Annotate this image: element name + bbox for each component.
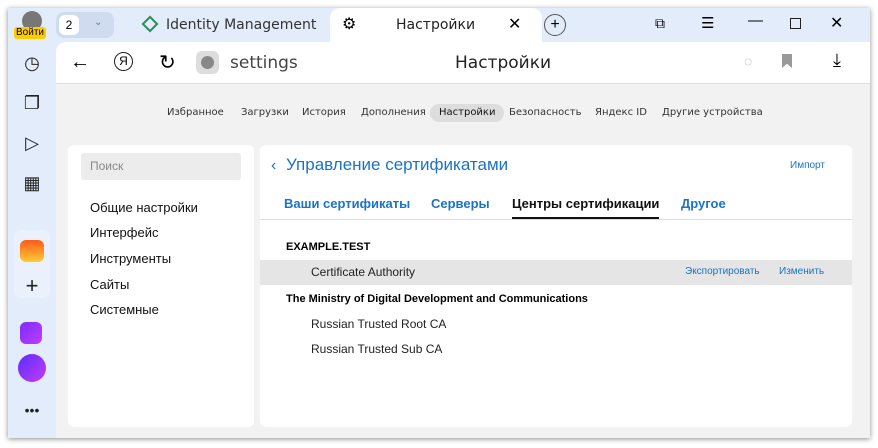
gear-icon: ⚙ [342,16,357,33]
tabs-divider [260,219,852,220]
nav-favorites[interactable]: Избранное [167,104,224,122]
bookmark-icon[interactable] [782,54,792,68]
download-icon[interactable]: ⤓ [833,50,841,71]
close-tab-icon[interactable]: ✕ [508,14,521,34]
import-button[interactable]: Импорт [790,160,825,171]
mail-icon[interactable] [20,240,44,262]
toolbar: ← Я ↻ settings Настройки ◌ ⤓ [56,42,870,84]
certificates-panel: ‹ Управление сертификатами Импорт Ваши с… [260,145,852,427]
sidebar-item-general[interactable]: Общие настройки [90,200,198,215]
nav-history[interactable]: История [302,104,346,122]
alice-app-icon[interactable] [20,322,42,344]
sidebar-item-tools[interactable]: Инструменты [90,251,171,266]
cert-row[interactable]: Certificate Authority Экспортировать Изм… [260,260,852,285]
nav-settings[interactable]: Настройки [430,104,505,122]
address-bar[interactable]: settings [230,53,298,73]
reviews-icon[interactable]: ◌ [744,53,752,69]
back-icon[interactable]: ← [70,51,90,74]
menu-icon[interactable]: ☰ [701,14,714,32]
sidebar-item-interface[interactable]: Интерфейс [90,225,158,240]
tab-your-certificates[interactable]: Ваши сертификаты [284,196,410,211]
nav-other-devices[interactable]: Другие устройства [662,104,763,122]
sidebar-item-system[interactable]: Системные [90,302,159,317]
nav-security[interactable]: Безопасность [509,104,582,122]
tab-bar: 2 ⌄ Identity Management ⚙ Настройки ✕ + … [8,8,870,42]
more-icon[interactable]: ••• [20,398,44,422]
group-name: The Ministry of Digital Development and … [286,293,588,305]
tab-other[interactable]: Другое [681,196,726,211]
tab-identity-management[interactable]: Identity Management [138,8,328,42]
edit-button[interactable]: Изменить [779,266,824,277]
export-button[interactable]: Экспортировать [685,266,760,277]
cert-name: Certificate Authority [311,265,416,279]
sidebar-item-sites[interactable]: Сайты [90,277,129,292]
tab-group-switch[interactable]: 2 ⌄ [56,12,114,38]
cert-name: Russian Trusted Sub CA [311,342,443,356]
tab-count: 2 [59,15,79,35]
tab-title: Identity Management [166,17,317,33]
browser-window: Войти ◷ ❐ ▷ ▦ + ••• 2 ⌄ Identity Managem… [8,8,870,438]
nav-yandex-id[interactable]: Яндекс ID [595,104,647,122]
settings-sidebar: Поиск Общие настройки Интерфейс Инструме… [68,145,254,427]
tab-authorities[interactable]: Центры сертификации [512,196,660,220]
maximize-icon[interactable] [790,18,801,29]
settings-page: Избранное Загрузки История Дополнения На… [56,84,870,438]
yandex-icon[interactable]: Я [114,52,133,71]
back-chevron-icon[interactable]: ‹ [271,157,276,175]
nav-extensions[interactable]: Дополнения [361,104,426,122]
nav-downloads[interactable]: Загрузки [241,104,289,122]
alice-icon[interactable] [18,354,46,382]
tab-title: Настройки [396,17,476,33]
tab-settings[interactable]: ⚙ Настройки ✕ [330,8,542,42]
reload-icon[interactable]: ↻ [159,50,176,75]
collections-icon[interactable]: ❐ [20,91,44,115]
settings-nav: Избранное Загрузки История Дополнения На… [56,104,870,122]
tabs-list-icon[interactable]: ⧉ [655,15,665,32]
search-input[interactable]: Поиск [81,153,241,180]
minimize-icon[interactable]: — [748,12,763,29]
cert-row[interactable]: Russian Trusted Root CA [260,312,852,337]
cert-row[interactable]: Russian Trusted Sub CA [260,337,852,362]
new-tab-button[interactable]: + [544,14,566,36]
certificates-title: Управление сертификатами [286,155,509,174]
cert-name: Russian Trusted Root CA [311,317,447,331]
history-icon[interactable]: ◷ [20,51,44,75]
play-icon[interactable]: ▷ [20,131,44,155]
tab-servers[interactable]: Серверы [431,196,490,211]
close-window-icon[interactable]: ✕ [830,13,843,33]
site-icon [196,51,219,74]
add-icon[interactable]: + [20,273,44,298]
identity-logo-icon [141,15,159,33]
chevron-down-icon: ⌄ [94,17,103,28]
group-name: EXAMPLE.TEST [286,241,371,253]
page-title: Настройки [455,53,552,73]
apps-icon[interactable]: ▦ [20,171,44,195]
